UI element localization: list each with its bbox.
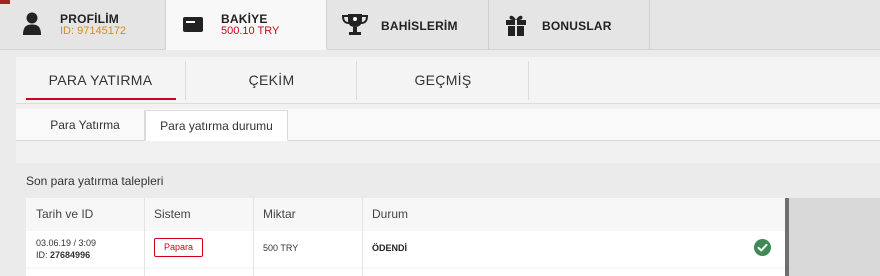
row-date-cell: 03.06.19 / 3:09 ID: 27684996 bbox=[36, 237, 96, 261]
tab-history[interactable]: GEÇMİŞ bbox=[358, 61, 529, 100]
header-amount: Miktar bbox=[263, 207, 296, 221]
column-divider bbox=[362, 231, 363, 276]
tab-withdraw[interactable]: ÇEKİM bbox=[187, 61, 357, 100]
wallet-icon bbox=[182, 15, 204, 38]
row-id-label: ID: bbox=[36, 250, 48, 260]
row-status: ÖDENDİ bbox=[372, 243, 408, 253]
subtab-deposit-status-label: Para yatırma durumu bbox=[160, 119, 273, 133]
check-icon bbox=[754, 239, 771, 256]
nav-bets-title: BAHİSLERİM bbox=[381, 19, 458, 33]
nav-balance-amount: 500.10 TRY bbox=[221, 25, 280, 37]
user-icon bbox=[22, 12, 42, 41]
side-area bbox=[789, 198, 880, 276]
row-amount: 500 TRY bbox=[263, 243, 299, 253]
row-id: ID: 27684996 bbox=[36, 249, 96, 261]
nav-item-bonuses[interactable]: BONUSLAR bbox=[489, 0, 650, 50]
table-scrollbar[interactable] bbox=[785, 198, 789, 276]
nav-item-balance[interactable]: BAKİYE 500.10 TRY bbox=[166, 0, 327, 50]
tab-history-label: GEÇMİŞ bbox=[414, 72, 472, 88]
nav-profile-id: ID: 97145172 bbox=[60, 25, 127, 37]
subtab-deposit[interactable]: Para Yatırma bbox=[26, 110, 145, 141]
nav-balance-title: BAKİYE bbox=[221, 12, 268, 26]
nav-item-bets[interactable]: BAHİSLERİM bbox=[327, 0, 489, 50]
nav-profile-title: PROFİLİM bbox=[60, 12, 119, 26]
header-system: Sistem bbox=[154, 207, 191, 221]
section-title: Son para yatırma talepleri bbox=[26, 174, 164, 188]
row-id-value: 27684996 bbox=[50, 250, 91, 260]
tab-deposit-label: PARA YATIRMA bbox=[48, 72, 153, 88]
row-date: 03.06.19 / 3:09 bbox=[36, 238, 97, 248]
column-divider bbox=[144, 231, 145, 276]
nav-item-profile[interactable]: PROFİLİM ID: 97145172 bbox=[0, 0, 166, 50]
active-tab-indicator bbox=[26, 98, 176, 100]
header-status: Durum bbox=[372, 207, 409, 221]
subtab-deposit-status[interactable]: Para yatırma durumu bbox=[145, 110, 288, 141]
system-badge: Papara bbox=[154, 238, 203, 257]
header-date: Tarih ve ID bbox=[36, 207, 94, 221]
subtab-deposit-label: Para Yatırma bbox=[50, 118, 120, 132]
column-divider bbox=[253, 231, 254, 276]
table-row[interactable] bbox=[26, 269, 785, 276]
nav-bonuses-title: BONUSLAR bbox=[542, 19, 612, 33]
tab-withdraw-label: ÇEKİM bbox=[248, 72, 295, 88]
gift-icon bbox=[505, 13, 527, 42]
trophy-icon bbox=[341, 13, 369, 42]
tab-deposit[interactable]: PARA YATIRMA bbox=[16, 61, 186, 100]
